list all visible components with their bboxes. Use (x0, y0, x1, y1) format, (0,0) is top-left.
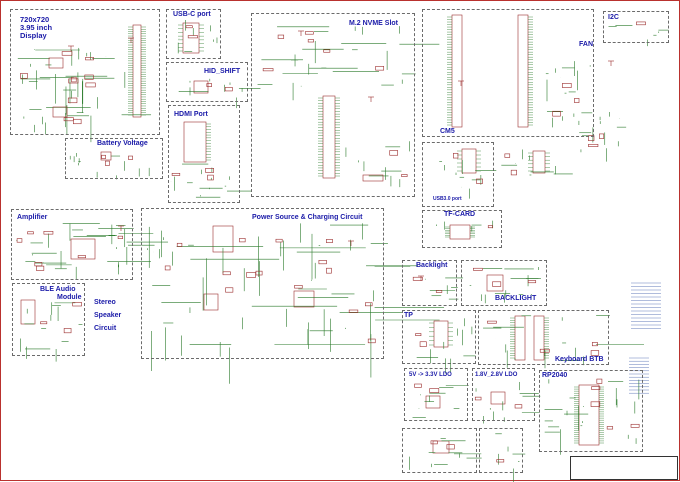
bottom-mid-block (479, 428, 523, 473)
bottom-left-block (402, 428, 477, 473)
component-body (588, 143, 599, 147)
cm5-block (422, 9, 594, 137)
tp-block (402, 310, 476, 364)
ldo2-title: 1.8V_2.8V LDO (475, 372, 518, 378)
display-title-3: Display (20, 31, 47, 40)
power-title: Power Source & Charging Circuit (252, 214, 363, 221)
component-body (510, 169, 517, 176)
battery-title: Battery Voltage (97, 140, 148, 147)
tfcard-title: TF-CARD (444, 211, 476, 218)
hid-shift-title: HID_SHIFT (204, 68, 241, 75)
stereo-title-1: Stereo (94, 299, 116, 306)
ble-title-1: BLE Audio (40, 286, 76, 293)
backlight-title: Backlight (416, 262, 448, 269)
m2-title: M.2 NVME Slot (349, 20, 399, 27)
rp2040-title: RP2040 (542, 372, 568, 379)
cm5-title: CM5 (440, 128, 455, 135)
component-body (532, 150, 546, 174)
amplifier-title: Amplifier (17, 214, 48, 221)
hdmi-block (168, 105, 240, 203)
fan-title: FAN (579, 41, 593, 48)
schematic-sheet: 720x720 3.95 inch Display USB-C port HID… (0, 0, 680, 482)
usbc-title: USB-C port (173, 11, 211, 18)
hdmi-title: HDMI Port (174, 111, 208, 118)
component-body (504, 153, 511, 158)
rp2040-block (539, 370, 643, 452)
usb3-title: USB3.0 port (433, 196, 462, 202)
title-block (570, 456, 678, 480)
ldo1-title: 5V -> 3.3V LDO (409, 372, 452, 378)
stereo-title-3: Circuit (94, 325, 117, 332)
tp-title: TP (404, 312, 413, 319)
component-body (599, 133, 605, 139)
ble-title-2: Module (57, 294, 82, 301)
keyboard-title: Keyboard BTB (555, 356, 604, 363)
i2c-title: I2C (608, 14, 619, 21)
m2-block (251, 13, 415, 197)
backlight-caps-title: BACKLIGHT (495, 295, 537, 302)
power-block (141, 208, 384, 359)
stereo-title-2: Speaker (94, 312, 122, 319)
